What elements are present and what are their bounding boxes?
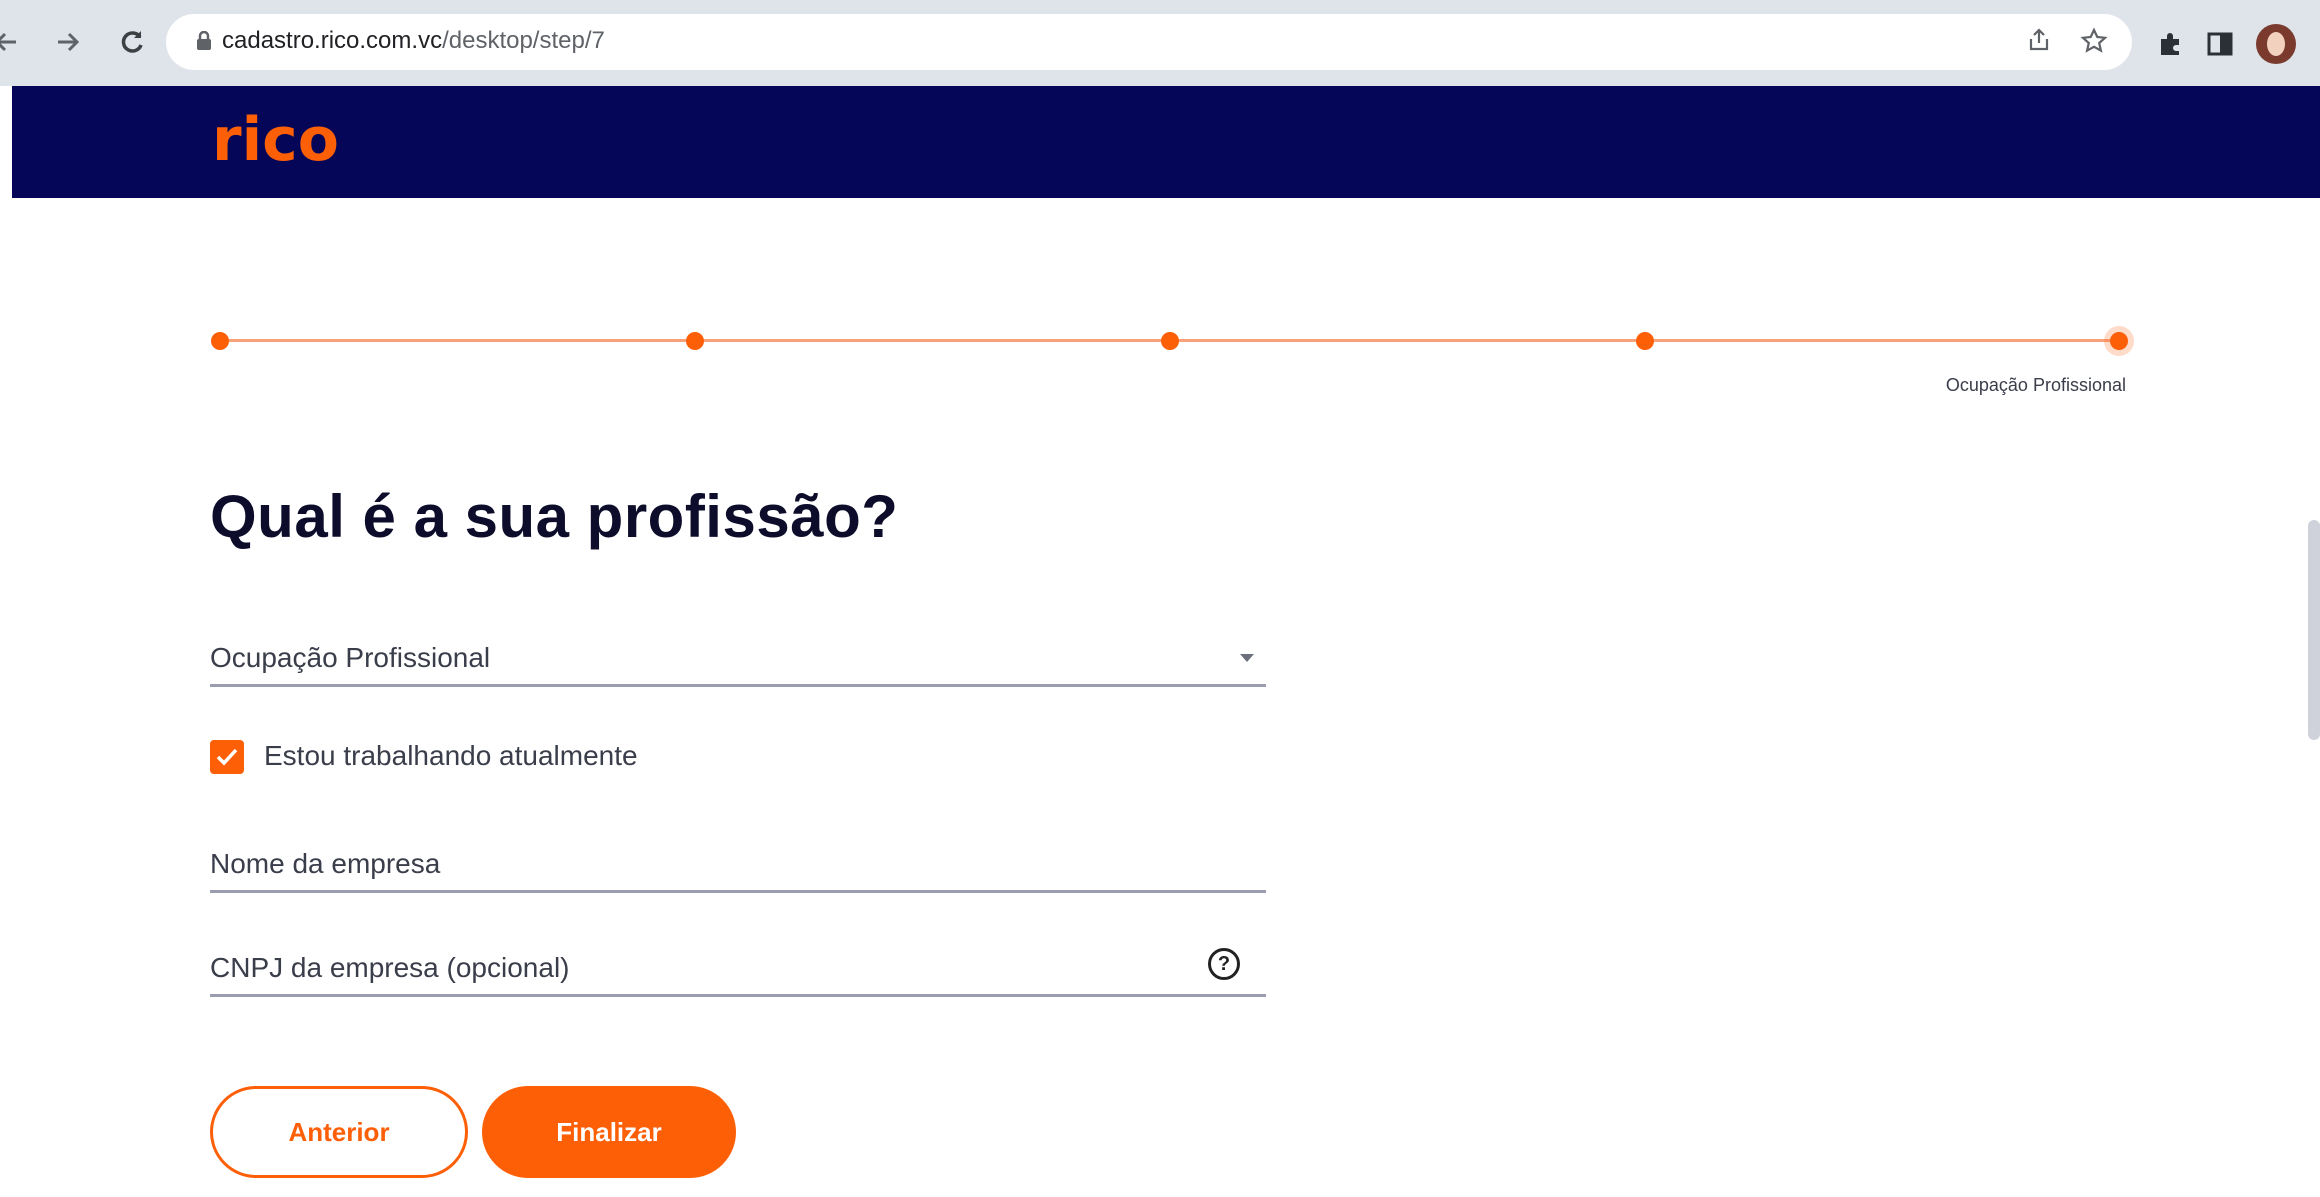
progress-stepper xyxy=(210,326,2128,356)
reload-icon[interactable] xyxy=(112,22,152,62)
browser-toolbar: cadastro.rico.com.vc/desktop/step/7 xyxy=(0,0,2320,86)
page-title: Qual é a sua profissão? xyxy=(210,483,899,550)
step-dot-4 xyxy=(1636,332,1654,350)
company-name-input[interactable]: Nome da empresa xyxy=(210,828,1266,893)
previous-button[interactable]: Anterior xyxy=(210,1086,468,1178)
step-dot-2 xyxy=(686,332,704,350)
profile-avatar-icon[interactable] xyxy=(2256,24,2296,64)
current-step-label: Ocupação Profissional xyxy=(1945,375,2126,395)
step-dot-5-current xyxy=(2110,332,2128,350)
lock-icon xyxy=(196,30,212,56)
rico-logo[interactable]: rico xyxy=(212,105,372,179)
site-header: rico xyxy=(12,86,2320,198)
logo-text: rico xyxy=(212,108,339,174)
avatar-face xyxy=(2267,32,2285,56)
company-cnpj-label: CNPJ da empresa (opcional) xyxy=(210,952,570,983)
forward-arrow-icon[interactable] xyxy=(48,22,88,62)
back-arrow-icon[interactable] xyxy=(0,22,26,62)
occupation-select-label: Ocupação Profissional xyxy=(210,642,491,673)
working-checkbox[interactable] xyxy=(210,740,244,774)
chevron-down-icon xyxy=(1240,654,1254,662)
help-icon[interactable]: ? xyxy=(1208,948,1240,980)
company-cnpj-input[interactable]: CNPJ da empresa (opcional) ? xyxy=(210,932,1266,997)
url-host: cadastro.rico.com.vc xyxy=(222,27,443,54)
extensions-puzzle-icon[interactable] xyxy=(2150,24,2190,64)
share-icon[interactable] xyxy=(2026,27,2052,58)
address-bar[interactable]: cadastro.rico.com.vc/desktop/step/7 xyxy=(166,14,2132,70)
checkmark-icon xyxy=(216,748,238,766)
occupation-select[interactable]: Ocupação Profissional xyxy=(210,622,1266,687)
url-text: cadastro.rico.com.vc/desktop/step/7 xyxy=(222,27,605,55)
side-panel-icon[interactable] xyxy=(2200,24,2240,64)
step-dot-1 xyxy=(211,332,229,350)
working-checkbox-label: Estou trabalhando atualmente xyxy=(264,740,638,771)
company-name-label: Nome da empresa xyxy=(210,848,441,879)
url-path: /desktop/step/7 xyxy=(442,27,605,54)
scrollbar-thumb[interactable] xyxy=(2308,520,2320,740)
finish-button[interactable]: Finalizar xyxy=(482,1086,736,1178)
step-dot-3 xyxy=(1161,332,1179,350)
bookmark-star-icon[interactable] xyxy=(2080,27,2108,60)
